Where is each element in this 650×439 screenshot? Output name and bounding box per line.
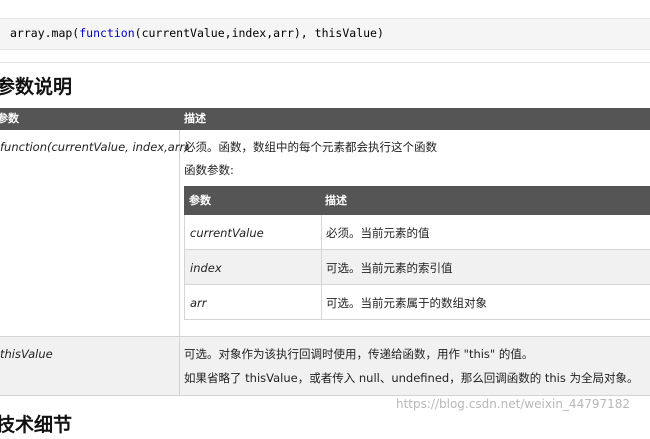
param-function: function(currentValue, index,arr) (0, 140, 189, 154)
inner-table-row: index 可选。当前元素的索引值 (184, 250, 650, 285)
param-thisvalue: thisValue (0, 347, 53, 361)
code-keyword: function (79, 26, 135, 40)
desc-line: 如果省略了 thisValue，或者传入 null、undefined，那么回调… (184, 371, 639, 385)
header-param: 参数 (0, 112, 19, 125)
code-syntax: array.map(function(currentValue,index,ar… (10, 26, 384, 40)
inner-desc: 可选。当前元素的索引值 (326, 261, 453, 275)
inner-table-header: 参数 描述 (184, 186, 650, 215)
next-section-title: 技术细节 (0, 414, 73, 436)
inner-header-param: 参数 (189, 194, 211, 207)
desc-line: 必须。函数，数组中的每个元素都会执行这个函数 (184, 140, 437, 154)
inner-column-divider (321, 215, 322, 249)
code-prefix: array.map( (10, 26, 80, 40)
inner-desc: 必须。当前元素的值 (326, 226, 430, 240)
section-title: 参数说明 (0, 76, 73, 98)
table-header: 参数 描述 (0, 108, 650, 130)
inner-column-divider (321, 285, 322, 319)
code-suffix: (currentValue,index,arr), thisValue) (134, 26, 384, 40)
code-block: array.map(function(currentValue,index,ar… (0, 18, 650, 50)
desc-line: 函数参数: (184, 163, 234, 177)
inner-column-divider (321, 250, 322, 284)
inner-desc: 可选。当前元素属于的数组对象 (326, 296, 487, 310)
inner-header-desc: 描述 (325, 194, 347, 207)
watermark: https://blog.csdn.net/weixin_44797182 (396, 397, 631, 411)
inner-param: arr (190, 296, 207, 310)
desc-line: 可选。对象作为该执行回调时使用，传递给函数，用作 "this" 的值。 (184, 347, 534, 361)
header-desc: 描述 (184, 112, 206, 125)
inner-table-row: currentValue 必须。当前元素的值 (184, 215, 650, 250)
inner-param: index (190, 261, 222, 275)
inner-param: currentValue (190, 226, 264, 240)
column-divider (179, 130, 180, 395)
divider (0, 62, 650, 63)
inner-table-row: arr 可选。当前元素属于的数组对象 (184, 285, 650, 320)
